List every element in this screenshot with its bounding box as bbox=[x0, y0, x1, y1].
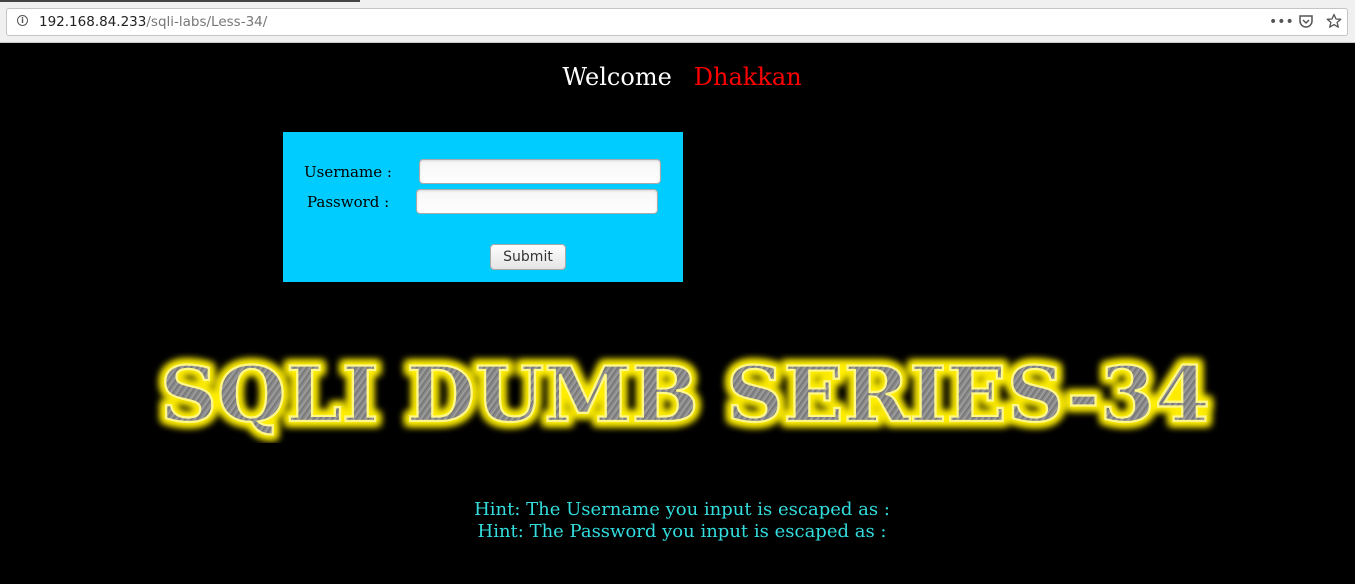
browser-toolbar: i 192.168.84.233/sqli-labs/Less-34/ ••• bbox=[0, 0, 1355, 43]
hint-block: Hint: The Username you input is escaped … bbox=[0, 499, 1355, 543]
welcome-label: Welcome bbox=[562, 63, 672, 91]
url-path: /sqli-labs/Less-34/ bbox=[146, 14, 268, 30]
series-banner: SQLI DUMB SERIES-34 SQLI DUMB SERIES-34 bbox=[156, 346, 1215, 444]
login-form: Username : Password : Submit bbox=[283, 132, 683, 282]
submit-button[interactable]: Submit bbox=[490, 244, 566, 270]
hint-password: Hint: The Password you input is escaped … bbox=[477, 521, 887, 542]
welcome-heading: Welcome Dhakkan bbox=[0, 63, 1355, 91]
url-text[interactable]: 192.168.84.233/sqli-labs/Less-34/ bbox=[39, 14, 267, 30]
active-tab-indicator bbox=[0, 0, 360, 2]
more-icon[interactable]: ••• bbox=[1269, 13, 1294, 31]
page-body: Welcome Dhakkan Username : Password : Sub… bbox=[0, 43, 1355, 584]
pocket-icon[interactable] bbox=[1297, 13, 1315, 31]
address-bar-actions: ••• bbox=[1269, 12, 1343, 32]
password-label: Password : bbox=[307, 193, 390, 211]
password-input[interactable] bbox=[416, 189, 658, 214]
welcome-name: Dhakkan bbox=[693, 63, 802, 91]
address-bar[interactable]: i 192.168.84.233/sqli-labs/Less-34/ ••• bbox=[6, 8, 1348, 36]
banner-text: SQLI DUMB SERIES-34 bbox=[160, 350, 1210, 439]
bookmark-star-icon[interactable] bbox=[1325, 13, 1343, 31]
url-host: 192.168.84.233 bbox=[39, 14, 147, 30]
info-icon[interactable]: i bbox=[17, 15, 28, 26]
username-label: Username : bbox=[304, 163, 392, 181]
hint-username: Hint: The Username you input is escaped … bbox=[474, 499, 890, 520]
username-input[interactable] bbox=[419, 159, 661, 184]
